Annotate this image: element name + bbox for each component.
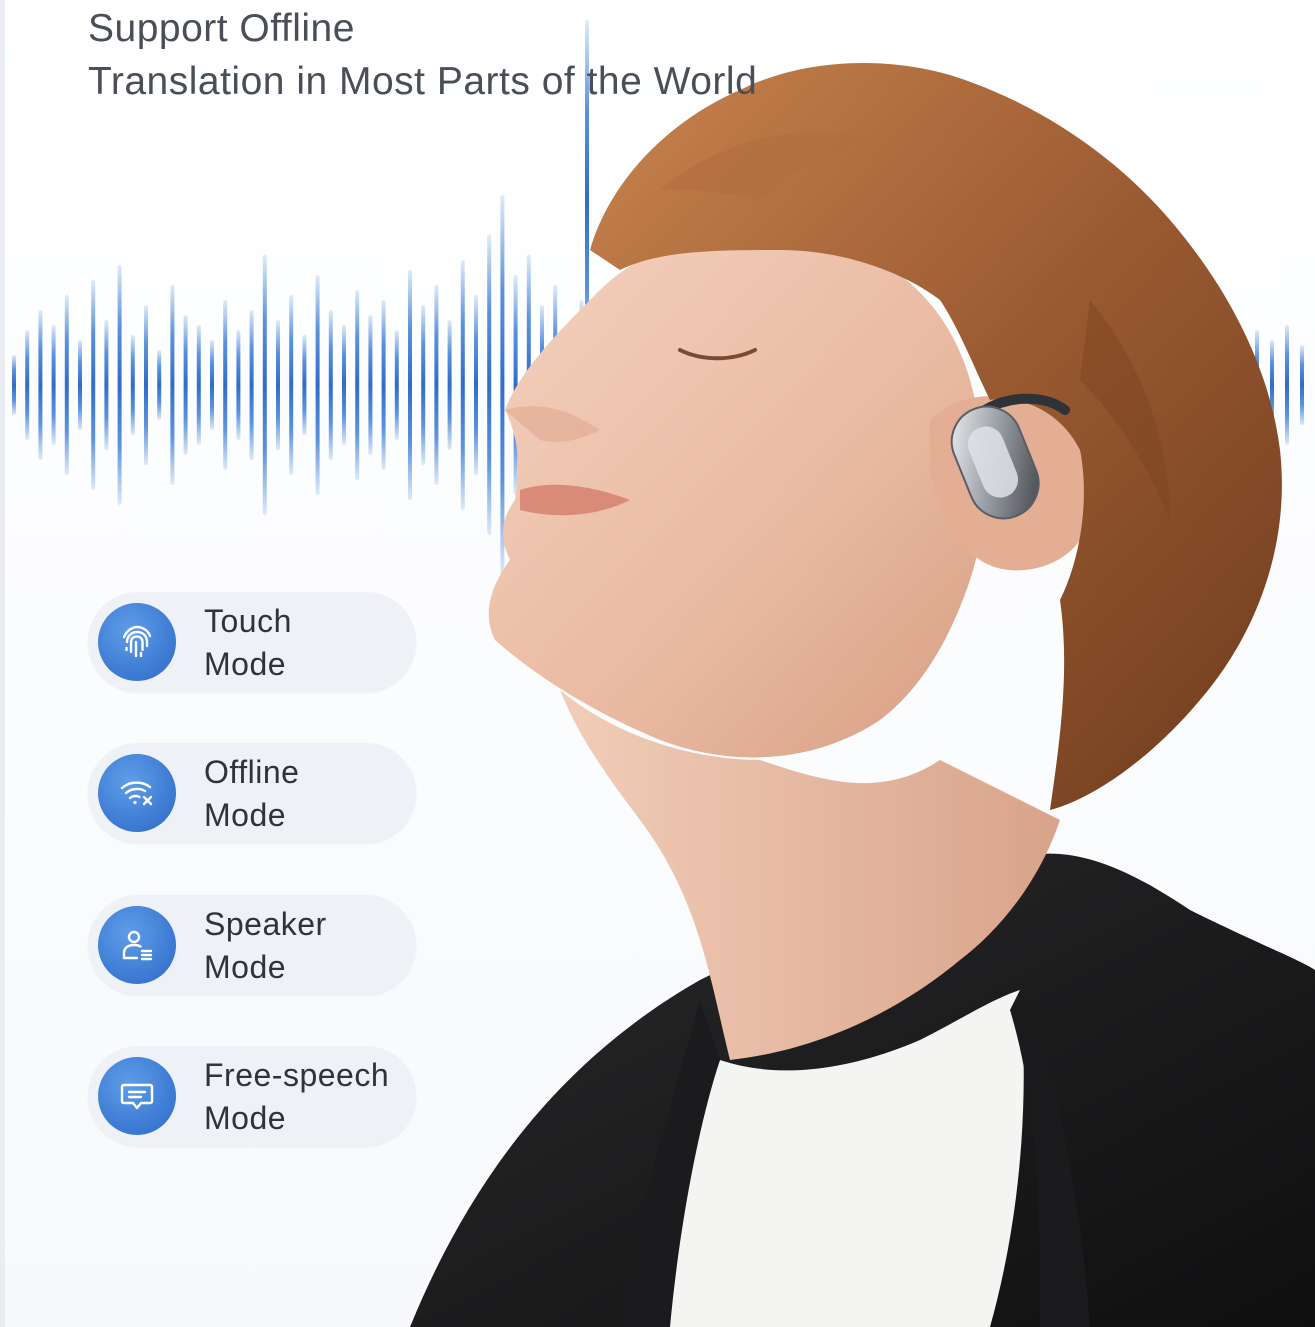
wifi-off-icon [98, 754, 176, 832]
mode-offline-line2: Mode [204, 797, 287, 833]
headline-line-1: Support Offline [88, 7, 355, 50]
mode-offline-line1: Offline [204, 754, 300, 790]
headline-line-2: Translation in Most Parts of the World [88, 60, 758, 103]
mode-speaker-line1: Speaker [204, 906, 327, 942]
mode-touch: Touch Mode [88, 592, 416, 692]
mode-speaker: Speaker Mode [88, 895, 416, 995]
mode-touch-line2: Mode [204, 646, 287, 682]
mode-free-speech-line1: Free-speech [204, 1057, 390, 1093]
mode-free-speech-line2: Mode [204, 1100, 287, 1136]
chat-bubble-icon [98, 1057, 176, 1135]
mode-free-speech: Free-speech Mode [88, 1046, 416, 1146]
mode-speaker-line2: Mode [204, 949, 287, 985]
mode-touch-line1: Touch [204, 603, 292, 639]
headline: Support Offline Translation in Most Part… [88, 2, 757, 108]
mode-offline: Offline Mode [88, 743, 416, 843]
fingerprint-icon [98, 603, 176, 681]
product-banner: Support Offline Translation in Most Part… [0, 0, 1315, 1327]
speaker-person-icon [98, 906, 176, 984]
